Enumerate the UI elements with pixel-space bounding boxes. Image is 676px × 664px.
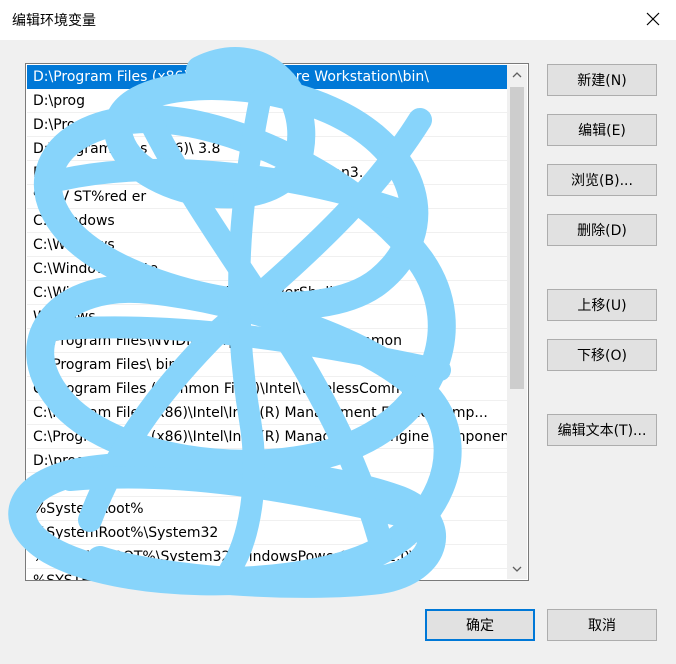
delete-button[interactable]: 删除(D) [547,214,657,246]
path-list-item[interactable]: %SYSTEMROOT%\System32\WindowsPowerShell\… [27,545,507,569]
path-list-item[interactable]: C:\Program Files\NVIDIA Corporation\Phys… [27,329,507,353]
path-list-item[interactable]: % EV ST%red er [27,185,507,209]
path-list-item[interactable]: C:\Windows\System32\WindowsPowerShell\v1… [27,281,507,305]
path-list-item[interactable]: D:\Progr [27,113,507,137]
chevron-down-icon [512,566,522,572]
move-up-button[interactable]: 上移(U) [547,289,657,321]
path-list-item[interactable]: C:\Windows [27,209,507,233]
path-list[interactable]: D:\Program Files (x86)\VMware\VMware Wor… [25,63,529,581]
scroll-up-button[interactable] [507,65,527,85]
path-list-item[interactable]: %SystemRoot% [27,497,507,521]
window-title: 编辑环境变量 [12,13,96,29]
path-list-item[interactable]: D:\Program Files (x86)\ Studio\Shared\Py… [27,161,507,185]
path-list-item[interactable]: D:\Program Files (x86)\VMware\VMware Wor… [27,65,507,89]
path-list-item[interactable]: %SYSTEMROOT%\System32\OpenSSH\ [27,569,507,580]
path-list-item[interactable]: C:\Windows\Syste [27,257,507,281]
ok-button[interactable]: 确定 [425,609,535,641]
path-list-item[interactable]: C:\Program Files (Common Files)\Intel\Wi… [27,377,507,401]
path-list-rows: D:\Program Files (x86)\VMware\VMware Wor… [27,65,507,580]
edit-button[interactable]: 编辑(E) [547,114,657,146]
path-list-item[interactable]: D:\prog [27,89,507,113]
close-icon [646,12,660,26]
path-list-item[interactable]: D:\program\CMake\bin [27,449,507,473]
path-list-item[interactable]: C:\Program Files (x86)\Intel\Intel(R) Ma… [27,401,507,425]
path-list-item[interactable]: C:\Windows [27,233,507,257]
path-list-item[interactable]: C:\Program Files\ bin\ [27,353,507,377]
path-list-item[interactable] [27,473,507,497]
path-list-item[interactable]: D:\Program Files (x86)\ 3.8 [27,137,507,161]
title-bar: 编辑环境变量 [0,0,676,40]
scroll-down-button[interactable] [507,559,527,579]
chevron-up-icon [512,72,522,78]
cancel-button[interactable]: 取消 [547,609,657,641]
new-button[interactable]: 新建(N) [547,64,657,96]
vertical-scrollbar[interactable] [507,65,527,579]
path-list-item[interactable]: C:\Program Files (x86)\Intel\Intel(R) Ma… [27,425,507,449]
scrollbar-thumb[interactable] [510,87,524,389]
path-list-item[interactable]: %SystemRoot%\System32 [27,521,507,545]
move-down-button[interactable]: 下移(O) [547,339,657,371]
path-list-item[interactable]: Windows [27,305,507,329]
edit-text-button[interactable]: 编辑文本(T)... [547,414,657,446]
close-button[interactable] [636,4,670,34]
browse-button[interactable]: 浏览(B)... [547,164,657,196]
